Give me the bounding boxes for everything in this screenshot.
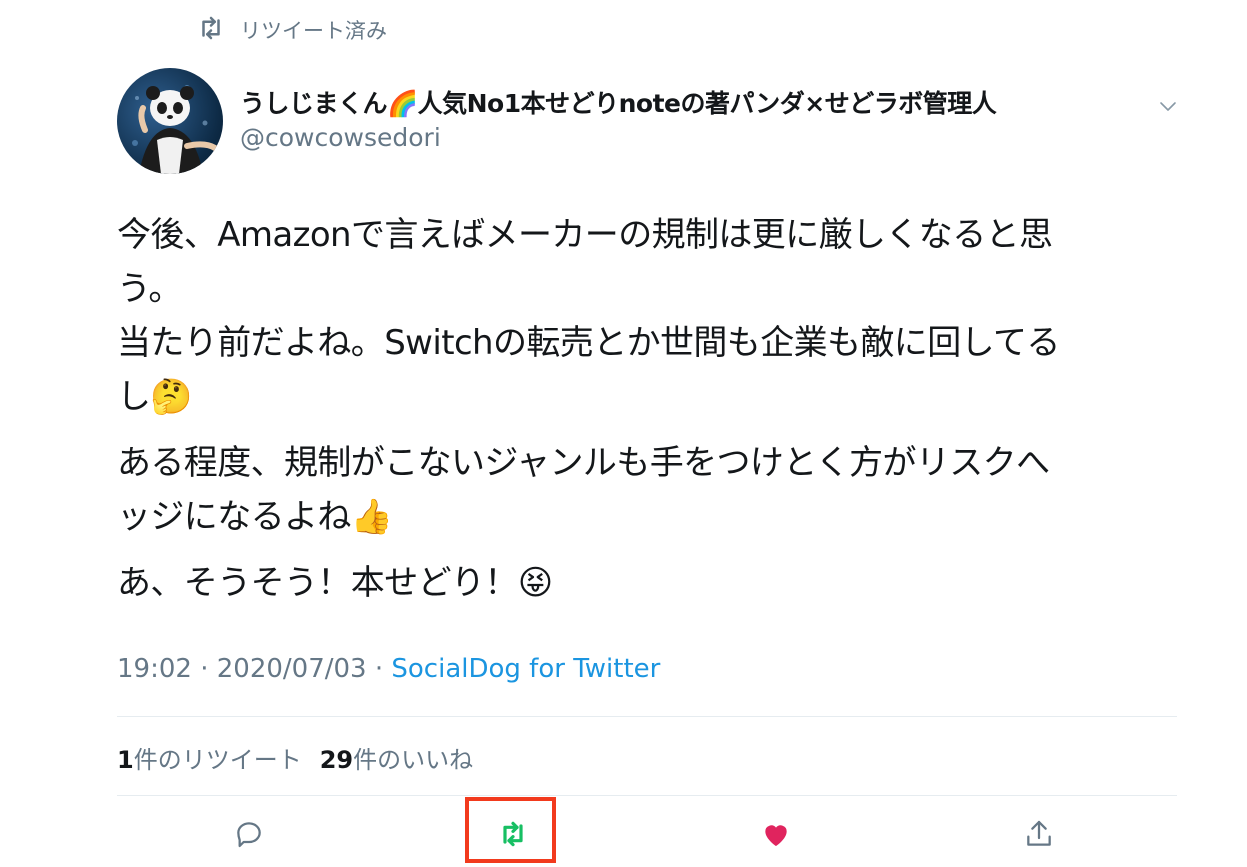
- share-button[interactable]: [993, 800, 1085, 867]
- tweet-line: 当たり前だよね。Switchの転売とか世間も企業も敵に回してる: [117, 323, 1060, 363]
- retweeted-label: リツイート済み: [240, 19, 387, 43]
- share-icon: [1027, 820, 1051, 846]
- tweet-paragraph: ある程度、規制がこないジャンルも手をつけとく方がリスクへ ッジになるよね👍: [117, 436, 1177, 544]
- retweet-count: 1: [117, 746, 134, 774]
- retweet-icon: [503, 821, 523, 846]
- author-handle[interactable]: @cowcowsedori: [240, 123, 441, 152]
- retweet-count-label: 件のリツイート: [133, 746, 302, 774]
- divider: [117, 795, 1177, 796]
- tweet-paragraph: 今後、Amazonで言えばメーカーの規制は更に厳しくなると思 う。 当たり前だよ…: [117, 208, 1177, 424]
- tweet-date[interactable]: 2020/07/03: [217, 654, 367, 684]
- tweet-line: ある程度、規制がこないジャンルも手をつけとく方がリスクへ: [117, 443, 1050, 483]
- like-button[interactable]: [730, 800, 822, 867]
- like-count: 29: [319, 746, 354, 774]
- tweet-line: 今後、Amazonで言えばメーカーの規制は更に厳しくなると思: [117, 215, 1053, 255]
- retweeted-indicator: リツイート済み: [196, 14, 387, 46]
- chevron-down-icon[interactable]: [1156, 94, 1180, 118]
- retweet-button[interactable]: [467, 800, 559, 867]
- tweet-paragraph: あ、そうそう！本せどり！😝: [117, 556, 1177, 610]
- reply-icon: [237, 821, 261, 847]
- heart-icon: [765, 824, 787, 846]
- tweet-stats: 1件のリツイート 29件のいいね: [117, 740, 473, 775]
- reply-button[interactable]: [203, 800, 295, 867]
- like-count-label: 件のいいね: [353, 746, 474, 774]
- avatar[interactable]: [117, 68, 223, 174]
- tweet-source-link[interactable]: SocialDog for Twitter: [391, 654, 660, 684]
- tweet-line: う。: [117, 269, 182, 309]
- tweet-actions: [117, 800, 1177, 867]
- tweet-text: 今後、Amazonで言えばメーカーの規制は更に厳しくなると思 う。 当たり前だよ…: [117, 208, 1177, 610]
- author-display-name[interactable]: うしじまくん🌈人気No1本せどりnoteの著パンダ×せどラボ管理人: [240, 84, 997, 120]
- meta-separator: ·: [374, 654, 384, 684]
- tweet-meta: 19:02 · 2020/07/03 · SocialDog for Twitt…: [117, 654, 660, 684]
- meta-separator: ·: [200, 654, 209, 684]
- tweet-line: ッジになるよね👍: [117, 497, 393, 537]
- divider: [117, 716, 1177, 717]
- retweet-stat[interactable]: 1件のリツイート: [117, 746, 302, 774]
- retweet-icon: [196, 13, 226, 48]
- like-stat[interactable]: 29件のいいね: [320, 746, 473, 774]
- tweet-time[interactable]: 19:02: [117, 654, 192, 684]
- tweet-line: あ、そうそう！本せどり！😝: [117, 563, 553, 603]
- tweet-line: し🤔: [117, 377, 193, 417]
